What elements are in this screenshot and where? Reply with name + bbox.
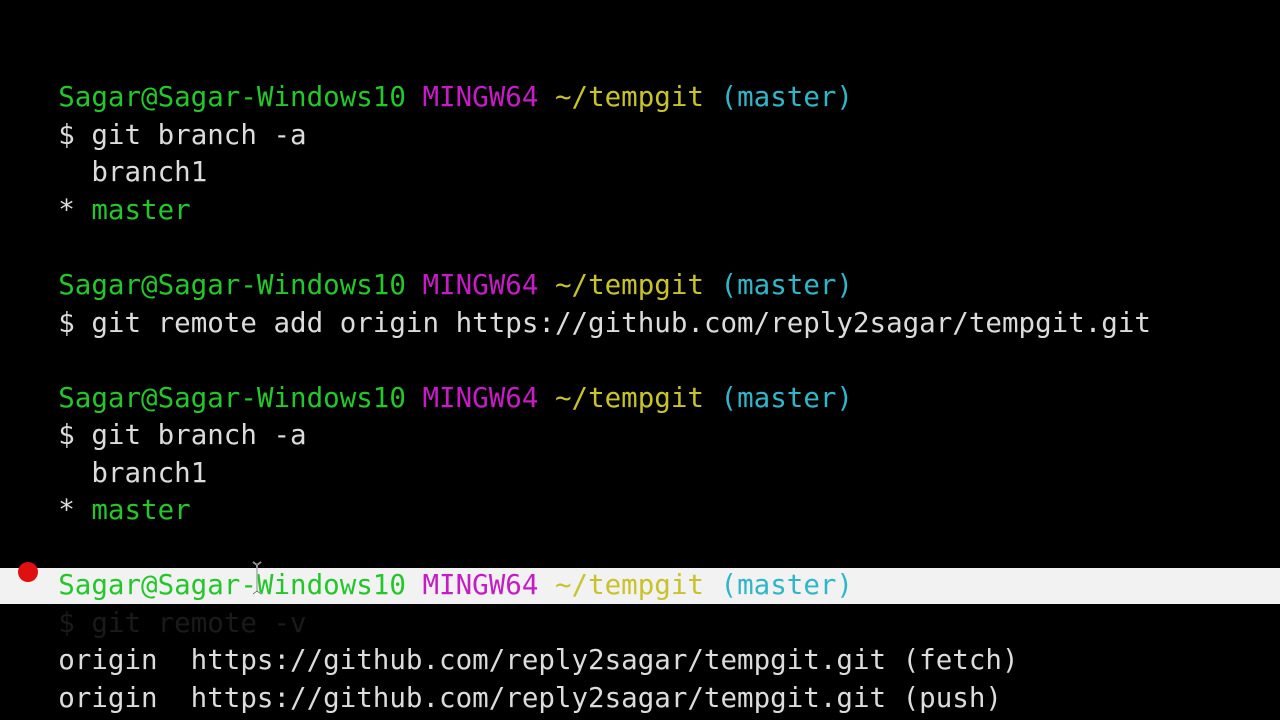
text-cursor-icon <box>252 561 262 595</box>
command-line: $ git branch -a <box>0 379 306 451</box>
prompt-system: MINGW64 <box>422 568 539 601</box>
output-line: origin https://github.com/reply2sagar/te… <box>0 642 1002 714</box>
prompt-symbol: $ <box>58 306 75 339</box>
current-branch-name: master <box>91 493 191 526</box>
terminal-window[interactable]: Sagar@Sagar-Windows10 MINGW64 ~/tempgit … <box>0 0 1280 720</box>
prompt-system: MINGW64 <box>422 80 539 113</box>
prompt-path: ~/tempgit <box>554 80 704 113</box>
prompt-line: Sagar@Sagar-Windows10 MINGW64 ~/tempgit … <box>0 529 853 601</box>
pointer-dot <box>18 562 38 582</box>
prompt-branch: (master) <box>720 568 853 601</box>
output-line: origin https://github.com/reply2sagar/te… <box>0 604 1018 676</box>
remote-push-line: origin https://github.com/reply2sagar/te… <box>58 681 1002 714</box>
output-line: branch1 <box>0 417 207 489</box>
prompt-line: Sagar@Sagar-Windows10 MINGW64 ~/tempgit … <box>0 229 853 301</box>
prompt-system: MINGW64 <box>422 381 539 414</box>
prompt-path: ~/tempgit <box>554 381 704 414</box>
current-branch-name: master <box>91 193 191 226</box>
output-line: branch1 <box>0 116 207 188</box>
prompt-branch: (master) <box>720 80 853 113</box>
output-line: * master <box>0 154 190 226</box>
prompt-path: ~/tempgit <box>554 568 704 601</box>
branch-marker: * <box>58 193 75 226</box>
prompt-line: Sagar@Sagar-Windows10 MINGW64 ~/tempgit … <box>0 342 853 414</box>
command-text: git remote add origin https://github.com… <box>91 306 1151 339</box>
command-line: $ git branch -a <box>0 79 306 151</box>
prompt-line: Sagar@Sagar-Windows10 MINGW64 ~/tempgit … <box>0 41 853 113</box>
branch-marker: * <box>58 493 75 526</box>
output-line: * master <box>0 454 190 526</box>
prompt-branch: (master) <box>720 381 853 414</box>
command-line: $ git remote add origin https://github.c… <box>0 267 1151 339</box>
